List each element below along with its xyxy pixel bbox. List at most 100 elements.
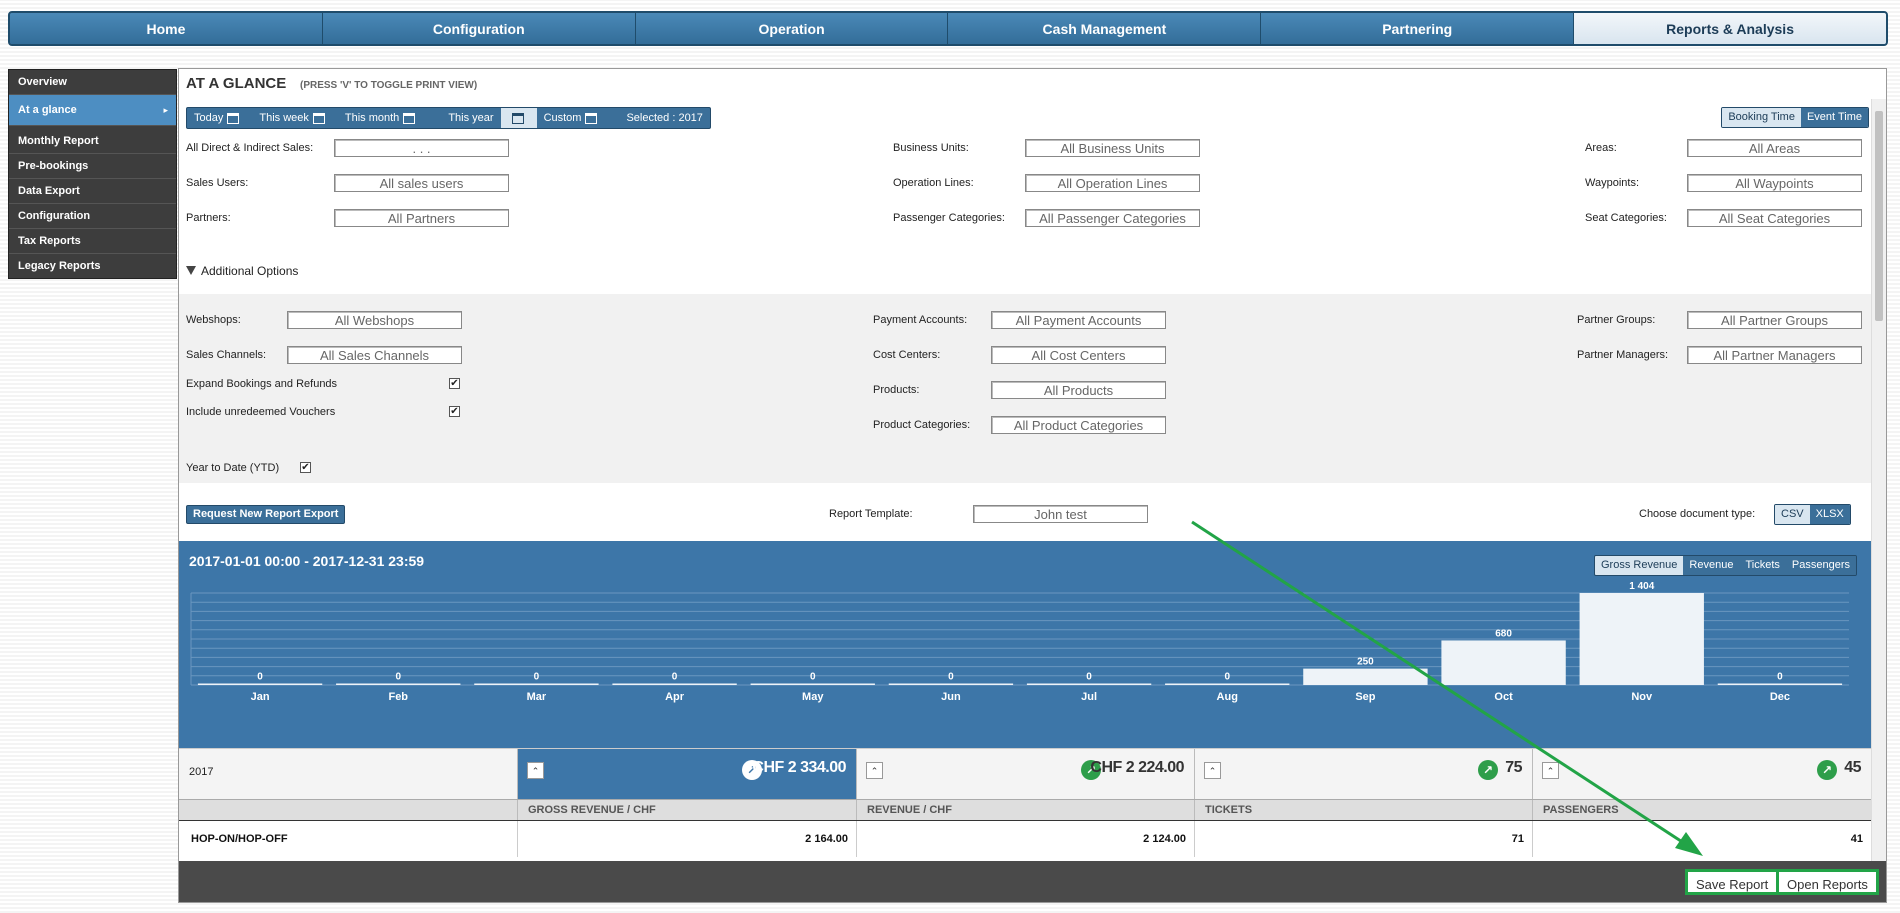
product-categories-select[interactable]: All Product Categories bbox=[991, 416, 1166, 434]
additional-options-panel: Webshops: All Webshops Sales Channels: A… bbox=[179, 294, 1871, 483]
trend-up-icon: ↗ bbox=[1478, 760, 1498, 780]
ytd-checkbox[interactable]: ✔ bbox=[300, 462, 311, 473]
seat-categories-label: Seat Categories: bbox=[1585, 212, 1667, 224]
column-header-tickets[interactable]: TICKETS bbox=[1194, 800, 1532, 820]
sidebar-item-legacy-reports[interactable]: Legacy Reports bbox=[9, 254, 176, 278]
chart-tick-label: Aug bbox=[1217, 691, 1238, 703]
column-header-revenue[interactable]: REVENUE / CHF bbox=[856, 800, 1194, 820]
chart-tick-label: Nov bbox=[1631, 691, 1653, 703]
calendar-icon[interactable] bbox=[403, 112, 416, 124]
collapse-icon[interactable]: ⌃ bbox=[866, 762, 883, 779]
chart-data-label: 0 bbox=[1086, 672, 1092, 683]
collapse-icon[interactable]: ⌃ bbox=[1542, 762, 1559, 779]
summary-revenue[interactable]: ⌃ ↗ CHF 2 224.00 bbox=[856, 749, 1194, 800]
this-year-label: This year bbox=[448, 112, 494, 124]
expand-bookings-checkbox[interactable]: ✔ bbox=[449, 378, 460, 389]
chart-tick-label: Jan bbox=[251, 691, 270, 703]
calendar-icon[interactable] bbox=[312, 112, 325, 124]
this-month-button[interactable]: This month bbox=[338, 108, 428, 128]
waypoints-label: Waypoints: bbox=[1585, 177, 1640, 189]
collapse-icon[interactable]: ⌃ bbox=[1204, 762, 1221, 779]
today-button[interactable]: Today bbox=[187, 108, 252, 128]
sidebar-item-pre-bookings[interactable]: Pre-bookings bbox=[9, 154, 176, 179]
summary-tickets[interactable]: ⌃ ↗ 75 bbox=[1194, 749, 1532, 800]
nav-tab-operation[interactable]: Operation bbox=[635, 13, 949, 44]
partner-groups-select[interactable]: All Partner Groups bbox=[1687, 311, 1862, 329]
xlsx-option[interactable]: XLSX bbox=[1809, 505, 1850, 524]
calendar-icon[interactable] bbox=[511, 112, 524, 124]
sidebar-item-overview[interactable]: Overview bbox=[9, 70, 176, 95]
save-report-button[interactable]: Save Report bbox=[1685, 869, 1780, 895]
metric-revenue[interactable]: Revenue bbox=[1683, 556, 1740, 575]
row-revenue: 2 124.00 bbox=[856, 821, 1194, 857]
passenger-categories-label: Passenger Categories: bbox=[893, 212, 1005, 224]
custom-label: Custom bbox=[543, 112, 582, 124]
metric-tickets[interactable]: Tickets bbox=[1739, 556, 1786, 575]
this-week-button[interactable]: This week bbox=[252, 108, 338, 128]
report-template-select[interactable]: John test bbox=[973, 505, 1148, 523]
areas-select[interactable]: All Areas bbox=[1687, 139, 1862, 157]
csv-option[interactable]: CSV bbox=[1775, 505, 1810, 524]
include-vouchers-checkbox[interactable]: ✔ bbox=[449, 406, 460, 417]
sales-users-select[interactable]: All sales users bbox=[334, 174, 509, 192]
summary-gross-revenue[interactable]: ⌃ ↗ CHF 2 334.00 bbox=[517, 749, 856, 800]
products-select[interactable]: All Products bbox=[991, 381, 1166, 399]
request-report-export-button[interactable]: Request New Report Export bbox=[186, 505, 346, 524]
nav-tab-cash-management[interactable]: Cash Management bbox=[948, 13, 1262, 44]
sidebar-item-label: Legacy Reports bbox=[18, 260, 101, 272]
selected-range-label: Selected : 2017 bbox=[626, 112, 703, 124]
chart-bar bbox=[888, 683, 1014, 685]
payment-accounts-select[interactable]: All Payment Accounts bbox=[991, 311, 1166, 329]
business-units-select[interactable]: All Business Units bbox=[1025, 139, 1200, 157]
summary-passengers[interactable]: ⌃ ↗ 45 bbox=[1532, 749, 1871, 800]
additional-options-toggle[interactable]: Additional Options bbox=[186, 264, 298, 278]
cost-centers-select[interactable]: All Cost Centers bbox=[991, 346, 1166, 364]
passenger-categories-select[interactable]: All Passenger Categories bbox=[1025, 209, 1200, 227]
chart-bar bbox=[1717, 683, 1843, 685]
custom-button[interactable]: Custom bbox=[537, 108, 611, 128]
collapse-icon[interactable]: ⌃ bbox=[527, 762, 544, 779]
operation-lines-select[interactable]: All Operation Lines bbox=[1025, 174, 1200, 192]
metric-gross-revenue[interactable]: Gross Revenue bbox=[1594, 556, 1684, 575]
webshops-select[interactable]: All Webshops bbox=[287, 311, 462, 329]
table-row[interactable]: HOP-ON/HOP-OFF 2 164.00 2 124.00 71 41 bbox=[179, 821, 1871, 857]
sidebar-item-data-export[interactable]: Data Export bbox=[9, 179, 176, 204]
chart-tick-label: Mar bbox=[527, 691, 547, 703]
nav-tab-reports-analysis[interactable]: Reports & Analysis bbox=[1574, 13, 1886, 44]
sidebar-item-at-a-glance[interactable]: At a glance ▸ bbox=[9, 95, 176, 126]
chart-bar bbox=[612, 683, 737, 685]
chart-bar bbox=[1441, 640, 1566, 685]
nav-tab-configuration[interactable]: Configuration bbox=[322, 13, 636, 44]
all-sales-select[interactable]: . . . bbox=[334, 139, 509, 157]
event-time-option[interactable]: Event Time bbox=[1800, 108, 1868, 127]
column-header-passengers[interactable]: PASSENGERS bbox=[1532, 800, 1871, 820]
calendar-icon[interactable] bbox=[227, 112, 240, 124]
sidebar-item-tax-reports[interactable]: Tax Reports bbox=[9, 229, 176, 254]
sidebar-item-configuration[interactable]: Configuration bbox=[9, 204, 176, 229]
chart-tick-label: Feb bbox=[388, 691, 408, 703]
metric-passengers[interactable]: Passengers bbox=[1785, 556, 1856, 575]
vertical-scrollbar[interactable] bbox=[1871, 99, 1886, 861]
scrollbar-thumb[interactable] bbox=[1875, 111, 1883, 321]
passengers-total: 45 bbox=[1844, 759, 1861, 776]
today-label: Today bbox=[194, 112, 224, 124]
include-vouchers-label: Include unredeemed Vouchers bbox=[186, 406, 336, 418]
sidebar: Overview At a glance ▸ Monthly Report Pre… bbox=[8, 69, 177, 279]
nav-tab-partnering[interactable]: Partnering bbox=[1261, 13, 1575, 44]
document-type-label: Choose document type: bbox=[1639, 508, 1756, 520]
calendar-icon[interactable] bbox=[585, 112, 598, 124]
chart-data-label: 0 bbox=[395, 672, 401, 683]
nav-tab-home[interactable]: Home bbox=[10, 13, 323, 44]
open-reports-button[interactable]: Open Reports bbox=[1776, 869, 1879, 895]
this-year-button[interactable]: This year bbox=[428, 108, 500, 128]
partners-select[interactable]: All Partners bbox=[334, 209, 509, 227]
column-header-gross-revenue[interactable]: GROSS REVENUE / CHF bbox=[517, 800, 856, 820]
sales-channels-select[interactable]: All Sales Channels bbox=[287, 346, 462, 364]
booking-time-option[interactable]: Booking Time bbox=[1722, 108, 1801, 127]
seat-categories-select[interactable]: All Seat Categories bbox=[1687, 209, 1862, 227]
row-gross-revenue: 2 164.00 bbox=[517, 821, 856, 857]
this-year-calendar-button[interactable] bbox=[500, 108, 537, 128]
sidebar-item-monthly-report[interactable]: Monthly Report bbox=[9, 129, 176, 154]
partner-managers-select[interactable]: All Partner Managers bbox=[1687, 346, 1862, 364]
waypoints-select[interactable]: All Waypoints bbox=[1687, 174, 1862, 192]
